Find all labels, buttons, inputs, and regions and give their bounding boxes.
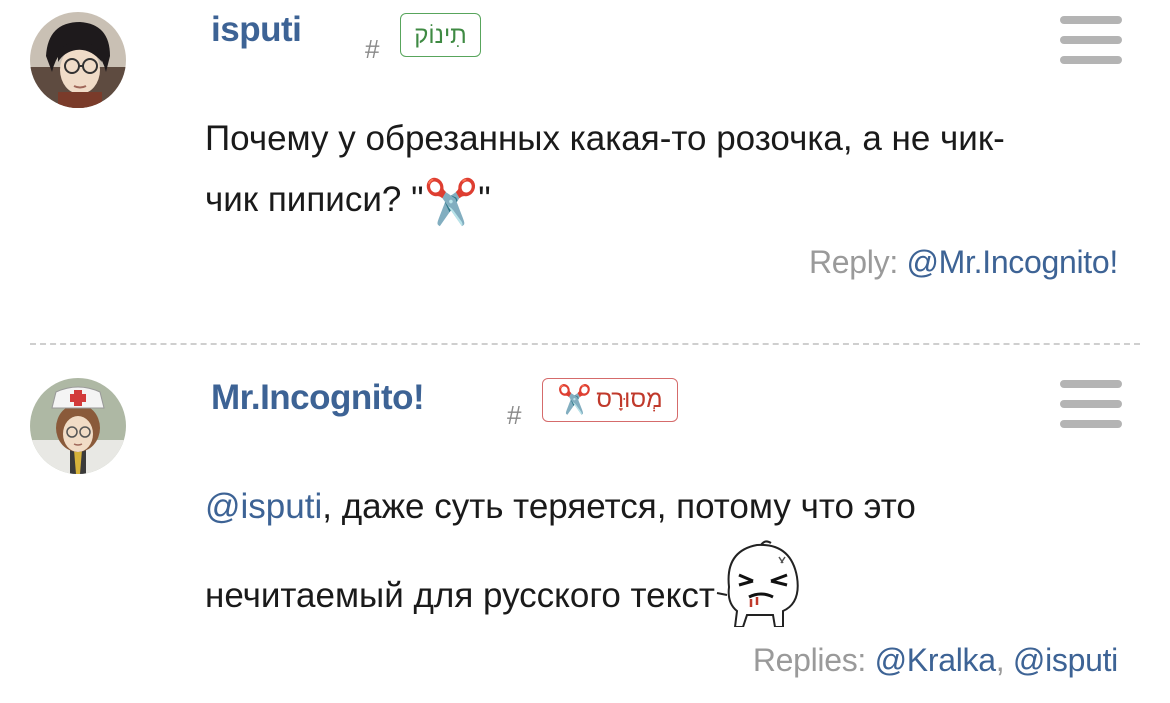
comment-text: чик пиписи? "	[205, 180, 424, 219]
comment-text: нечитаемый для русского текст	[205, 576, 715, 615]
comment-line: @isputi, даже суть теряется, потому что …	[205, 476, 1125, 537]
username[interactable]: Mr.Incognito!	[211, 378, 425, 418]
comment-line: Почему у обрезанных какая-то розочка, а …	[205, 119, 1005, 158]
replies-separator: ,	[995, 642, 1013, 678]
comment-item: Mr.Incognito! # ✂️ מְסוּרָס @isputi, даж…	[0, 350, 1170, 703]
user-rank-badge: תִינוֹק	[400, 13, 481, 57]
reply-mention-link[interactable]: @Kralka	[875, 642, 996, 678]
username[interactable]: isputi	[211, 10, 302, 50]
comment-line: чик пиписи? "✂️"	[205, 169, 1125, 233]
badge-label: מְסוּרָס	[596, 386, 663, 413]
replies-line: Reply: @Mr.Incognito!	[809, 244, 1118, 281]
permalink-hash[interactable]: #	[507, 400, 521, 431]
replies-line: Replies: @Kralka, @isputi	[753, 642, 1118, 679]
user-rank-badge: ✂️ מְסוּרָס	[542, 378, 678, 422]
comment-line: нечитаемый для русского текст	[205, 537, 1125, 646]
user-avatar[interactable]	[30, 12, 126, 108]
comment-body: @isputi, даже суть теряется, потому что …	[205, 476, 1125, 646]
anime-avatar-icon	[30, 12, 126, 108]
comment-body: Почему у обрезанных какая-то розочка, а …	[205, 108, 1125, 233]
permalink-hash[interactable]: #	[365, 34, 379, 65]
anime-avatar-icon	[30, 378, 126, 474]
hamburger-menu-icon[interactable]	[1060, 380, 1122, 428]
comment-text: "	[478, 180, 491, 219]
mention-link[interactable]: @isputi	[205, 487, 322, 526]
hamburger-menu-icon[interactable]	[1060, 16, 1122, 64]
comment-item: isputi # תִינוֹק Почему у обрезанных как…	[0, 0, 1170, 330]
angry-blob-sticker-icon	[713, 537, 805, 646]
comment-divider	[30, 343, 1140, 345]
scissors-icon: ✂️	[557, 384, 593, 415]
reply-mention-link[interactable]: @Mr.Incognito!	[907, 244, 1119, 280]
reply-mention-link[interactable]: @isputi	[1013, 642, 1118, 678]
replies-label: Reply:	[809, 244, 907, 280]
user-avatar[interactable]	[30, 378, 126, 474]
comment-text: , даже суть теряется, потому что это	[322, 487, 916, 526]
replies-label: Replies:	[752, 642, 875, 678]
scissors-icon: ✂️	[423, 178, 479, 227]
